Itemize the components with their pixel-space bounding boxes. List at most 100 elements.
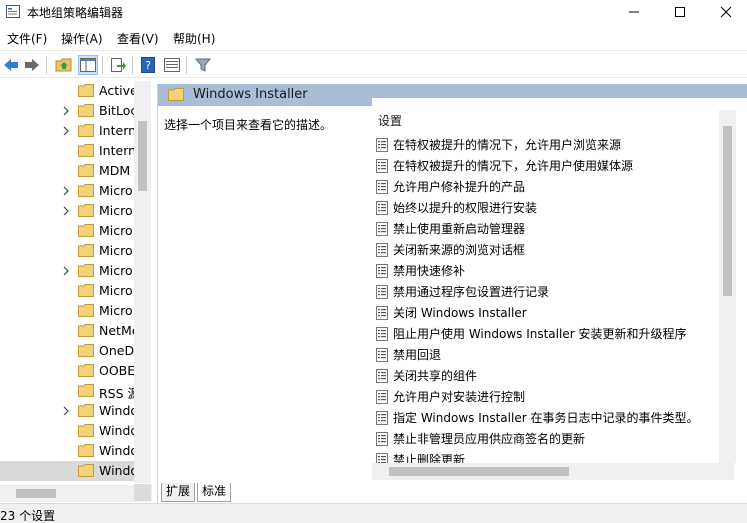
show-hide-tree-button[interactable] [78,55,98,75]
menu-file[interactable]: 文件(F) [7,30,47,47]
list-horizontal-scrollbar[interactable] [372,463,734,480]
tree-item[interactable]: Micro [0,181,134,201]
tree-item[interactable]: Micro [0,241,134,261]
scrollbar-thumb[interactable] [138,121,147,191]
chevron-right-icon[interactable] [61,105,71,117]
menu-help[interactable]: 帮助(H) [173,30,215,47]
maximize-button[interactable] [657,0,703,24]
scrollbar-thumb[interactable] [16,489,56,498]
tree-item[interactable]: Intern [0,121,135,141]
back-arrow-icon [4,59,18,71]
setting-row[interactable]: 禁止使用重新启动管理器 [376,218,726,239]
tree-item-label: Micro [99,183,133,198]
tree-item[interactable]: Micro [0,201,134,221]
properties-view-button[interactable] [162,55,182,75]
tree-item[interactable]: Windo [0,421,135,441]
folder-icon [78,104,94,117]
policy-setting-icon [376,348,388,362]
setting-name: 允许用户对安装进行控制 [393,390,526,404]
setting-row[interactable]: 在特权被提升的情况下，允许用户使用媒体源 [376,155,726,176]
policy-setting-icon [376,327,388,341]
setting-row[interactable]: 指定 Windows Installer 在事务日志中记录的事件类型。 [376,407,726,428]
tree-item[interactable]: MDM [0,161,134,181]
status-bar: 23 个设置 [0,503,747,523]
tab-extended[interactable]: 扩展 [161,483,196,502]
tree-item[interactable]: Micro [0,281,134,301]
export-list-button[interactable] [108,55,128,75]
filter-button[interactable] [193,55,213,75]
menu-view[interactable]: 查看(V) [117,30,159,47]
chevron-right-icon[interactable] [61,405,71,417]
help-button[interactable]: ? [138,55,158,75]
setting-row[interactable]: 关闭 Windows Installer [376,302,726,323]
close-button[interactable] [703,0,747,24]
scrollbar-thumb[interactable] [723,126,732,296]
setting-row[interactable]: 关闭共享的组件 [376,365,726,386]
list-vertical-scrollbar[interactable] [719,110,736,463]
setting-name: 关闭 Windows Installer [393,306,527,320]
tree-item-label: OneDr [99,343,135,358]
setting-row[interactable]: 始终以提升的权限进行安装 [376,197,726,218]
tree-item-label: Micro [99,243,133,258]
setting-row[interactable]: 关闭新来源的浏览对话框 [376,239,726,260]
tree-item[interactable]: Intern [0,141,135,161]
setting-name: 禁止非管理员应用供应商签名的更新 [393,432,586,446]
tree-item[interactable]: OOBE [0,361,135,381]
setting-row[interactable]: 允许用户修补提升的产品 [376,176,726,197]
tree-item-label: Intern [99,123,135,138]
policy-setting-icon [376,390,388,404]
tree-item[interactable]: OneDr [0,341,135,361]
setting-row[interactable]: 禁用回退 [376,344,726,365]
app-icon [6,5,20,18]
tree-vertical-scrollbar[interactable] [134,81,151,483]
show-hide-tree-icon [80,58,96,72]
column-header-setting[interactable]: 设置 [372,112,402,129]
setting-row[interactable]: 禁用快速修补 [376,260,726,281]
tree-item[interactable]: Micro [0,301,134,321]
chevron-right-icon[interactable] [61,185,71,197]
tree-horizontal-scrollbar[interactable] [0,485,152,502]
setting-row[interactable]: 允许用户对安装进行控制 [376,386,726,407]
chevron-right-icon[interactable] [61,125,71,137]
tree-item[interactable]: Micro [0,221,134,241]
tab-standard[interactable]: 标准 [197,483,232,502]
setting-row[interactable]: 禁用通过程序包设置进行记录 [376,281,726,302]
tree-item[interactable]: NetMe [0,321,135,341]
title-bar: 本地组策略编辑器 [0,0,747,24]
tree-item[interactable]: Active [0,81,135,101]
up-one-level-button[interactable] [54,55,74,75]
setting-name: 禁用快速修补 [393,264,466,278]
folder-icon [78,424,94,437]
tree-item[interactable]: BitLoc [0,101,135,121]
setting-row[interactable]: 禁止非管理员应用供应商签名的更新 [376,428,726,449]
tree-item[interactable]: RSS 源 [0,381,135,401]
toolbar-separator [102,56,103,74]
folder-icon [78,304,94,317]
policy-setting-icon [376,411,388,425]
policy-setting-icon [376,369,388,383]
tree-item[interactable]: Windo [0,441,135,461]
tree-item-label: Windo [99,423,135,438]
tree-item[interactable]: Micro [0,261,134,281]
folder-icon [78,204,94,217]
svg-text:?: ? [145,59,151,72]
chevron-right-icon[interactable] [61,265,71,277]
forward-button[interactable] [22,55,42,75]
folder-icon [78,464,94,477]
properties-view-icon [164,58,180,72]
folder-icon [78,404,94,417]
tree-item-label: Micro [99,283,133,298]
scrollbar-thumb[interactable] [389,467,569,476]
folder-icon [78,184,94,197]
back-button[interactable] [1,55,21,75]
chevron-right-icon[interactable] [61,205,71,217]
tree-item[interactable]: Windo [0,461,135,481]
setting-row[interactable]: 在特权被提升的情况下，允许用户浏览来源 [376,134,726,155]
menu-action[interactable]: 操作(A) [61,30,103,47]
tree-item-label: NetMe [99,323,135,338]
setting-name: 在特权被提升的情况下，允许用户使用媒体源 [393,159,634,173]
setting-row[interactable]: 阻止用户使用 Windows Installer 安装更新和升级程序 [376,323,726,344]
tree-item[interactable]: Windo [0,401,135,421]
folder-icon [78,284,94,297]
minimize-button[interactable] [611,0,657,24]
